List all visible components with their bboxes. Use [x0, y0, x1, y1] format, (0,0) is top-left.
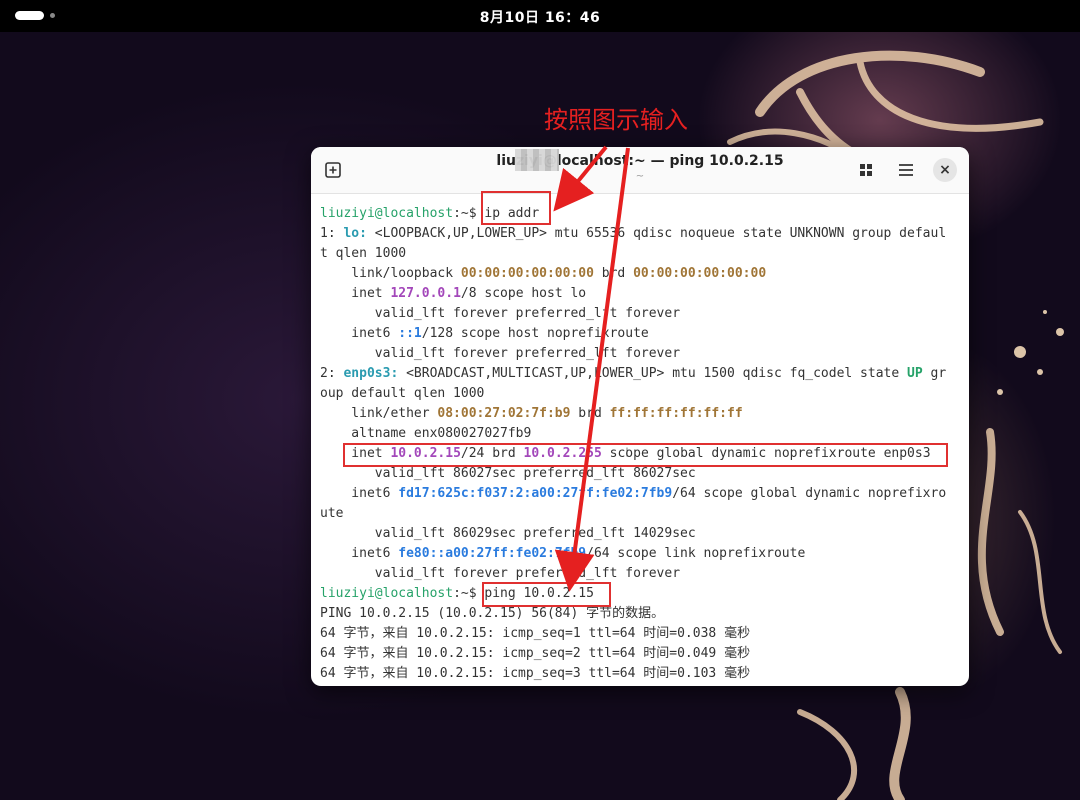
terminal-line: inet 127.0.0.1/8 scope host lo	[320, 284, 965, 304]
terminal-text: inet6	[320, 486, 399, 501]
terminal-text: /8 scope host lo	[460, 286, 587, 301]
terminal-text: 1:	[320, 226, 344, 241]
terminal-text: brd	[593, 266, 634, 281]
terminal-text: UP	[907, 366, 923, 381]
close-icon: ×	[939, 162, 951, 178]
terminal-line: liuziyi@localhost:~$ ip addr	[320, 204, 965, 224]
terminal-text: ute	[320, 506, 344, 521]
terminal-text: valid_lft forever preferred_lft forever	[320, 566, 681, 581]
terminal-text: 08:00:27:02:7f:b9	[437, 406, 571, 421]
text-cursor-ibeam-icon	[626, 447, 628, 457]
terminal-text: ::1	[398, 326, 422, 341]
main-menu-button[interactable]	[894, 158, 918, 182]
terminal-line: 64 字节，来自 10.0.2.15: icmp_seq=1 ttl=64 时间…	[320, 624, 965, 644]
terminal-text: liuziyi@localhost	[320, 586, 454, 601]
terminal-line: valid_lft forever preferred_lft forever	[320, 564, 965, 584]
terminal-text: 2:	[320, 366, 344, 381]
terminal-text: link/ether	[320, 406, 438, 421]
terminal-text: 10.0.2.255	[523, 446, 602, 461]
terminal-line: valid_lft forever preferred_lft forever	[320, 304, 965, 324]
terminal-text: /64 scope link noprefixroute	[586, 546, 806, 561]
terminal-line: inet 10.0.2.15/24 brd 10.0.2.255 scope g…	[320, 444, 965, 464]
terminal-window[interactable]: liuziyi@localhost:~ — ping 10.0.2.15 ~ ×…	[311, 147, 969, 686]
terminal-line: oup default qlen 1000	[320, 384, 965, 404]
terminal-text: lo:	[343, 226, 367, 241]
terminal-line: liuziyi@localhost:~$ ping 10.0.2.15	[320, 584, 965, 604]
terminal-line: 64 字节，来自 10.0.2.15: icmp_seq=3 ttl=64 时间…	[320, 664, 965, 684]
close-button[interactable]: ×	[933, 158, 957, 182]
terminal-text: valid_lft 86027sec preferred_lft 86027se…	[320, 466, 696, 481]
terminal-line: PING 10.0.2.15 (10.0.2.15) 56(84) 字节的数据。	[320, 604, 965, 624]
terminal-text: inet	[320, 446, 391, 461]
terminal-text: 64 字节，来自 10.0.2.15: icmp_seq=2 ttl=64 时间…	[320, 646, 751, 661]
terminal-line: 64 字节，来自 10.0.2.15: icmp_seq=2 ttl=64 时间…	[320, 644, 965, 664]
terminal-line: valid_lft 86027sec preferred_lft 86027se…	[320, 464, 965, 484]
terminal-text: ff:ff:ff:ff:ff:ff	[609, 406, 743, 421]
terminal-text: ping 10.0.2.15	[484, 586, 594, 601]
terminal-text: brd	[570, 406, 610, 421]
terminal-text: inet6	[320, 326, 399, 341]
terminal-line: inet6 fe80::a00:27ff:fe02:7fb9/64 scope …	[320, 544, 965, 564]
terminal-text: scope global dynamic noprefixroute enp0s…	[601, 446, 931, 461]
terminal-text: valid_lft forever preferred_lft forever	[320, 346, 681, 361]
terminal-line: valid_lft forever preferred_lft forever	[320, 344, 965, 364]
terminal-text: 00:00:00:00:00:00	[460, 266, 594, 281]
terminal-line: valid_lft 86029sec preferred_lft 14029se…	[320, 524, 965, 544]
top-bar: 8月10日 16：46	[0, 0, 1080, 32]
hamburger-menu-icon	[899, 164, 913, 176]
annotation-label: 按照图示输入	[544, 106, 688, 134]
tabs-grid-icon	[860, 164, 872, 176]
terminal-text: inet6	[320, 546, 399, 561]
terminal-text: fd17:625c:f037:2:a00:27ff:fe02:7fb9	[398, 486, 673, 501]
terminal-line: inet6 fd17:625c:f037:2:a00:27ff:fe02:7fb…	[320, 484, 965, 504]
terminal-line: altname enx080027027fb9	[320, 424, 965, 444]
terminal-line: 1: lo: <LOOPBACK,UP,LOWER_UP> mtu 65536 …	[320, 224, 965, 244]
terminal-text: /128 scope host noprefixroute	[421, 326, 649, 341]
terminal-text: 10.0.2.15	[390, 446, 461, 461]
terminal-text: valid_lft forever preferred_lft forever	[320, 306, 681, 321]
terminal-text: oup default qlen 1000	[320, 386, 485, 401]
terminal-output[interactable]: liuziyi@localhost:~$ ip addr 1: lo: <LOOP…	[320, 204, 965, 684]
terminal-line: link/ether 08:00:27:02:7f:b9 brd ff:ff:f…	[320, 404, 965, 424]
terminal-line: inet6 ::1/128 scope host noprefixroute	[320, 324, 965, 344]
terminal-text: /64 scope global dynamic noprefixro	[672, 486, 947, 501]
terminal-text: :~$	[453, 586, 485, 601]
clock[interactable]: 8月10日 16：46	[0, 7, 1080, 27]
terminal-line: 2: enp0s3: <BROADCAST,MULTICAST,UP,LOWER…	[320, 364, 965, 384]
terminal-text: inet	[320, 286, 391, 301]
terminal-text: PING 10.0.2.15 (10.0.2.15) 56(84) 字节的数据。	[320, 606, 665, 621]
terminal-text: fe80::a00:27ff:fe02:7fb9	[398, 546, 587, 561]
terminal-line: t qlen 1000	[320, 244, 965, 264]
terminal-line: ute	[320, 504, 965, 524]
terminal-text: gr	[922, 366, 947, 381]
window-titlebar[interactable]: liuziyi@localhost:~ — ping 10.0.2.15 ~ ×	[311, 147, 969, 194]
terminal-text: enp0s3:	[343, 366, 399, 381]
terminal-text: link/loopback	[320, 266, 461, 281]
terminal-text: 127.0.0.1	[390, 286, 461, 301]
terminal-text: <LOOPBACK,UP,LOWER_UP> mtu 65536 qdisc n…	[366, 226, 947, 241]
terminal-text: :~$	[453, 206, 485, 221]
terminal-text: altname enx080027027fb9	[320, 426, 532, 441]
terminal-text: 64 字节，来自 10.0.2.15: icmp_seq=3 ttl=64 时间…	[320, 666, 751, 681]
terminal-line: link/loopback 00:00:00:00:00:00 brd 00:0…	[320, 264, 965, 284]
terminal-text: liuziyi@localhost	[320, 206, 454, 221]
terminal-text: ip addr	[484, 206, 540, 221]
terminal-text: t qlen 1000	[320, 246, 407, 261]
terminal-text: <BROADCAST,MULTICAST,UP,LOWER_UP> mtu 15…	[398, 366, 908, 381]
tabs-overview-button[interactable]	[854, 158, 878, 182]
terminal-text: valid_lft 86029sec preferred_lft 14029se…	[320, 526, 696, 541]
terminal-text: 64 字节，来自 10.0.2.15: icmp_seq=1 ttl=64 时间…	[320, 626, 751, 641]
terminal-text: 00:00:00:00:00:00	[633, 266, 767, 281]
terminal-text: /24 brd	[460, 446, 524, 461]
redacted-username-blur	[515, 149, 559, 171]
